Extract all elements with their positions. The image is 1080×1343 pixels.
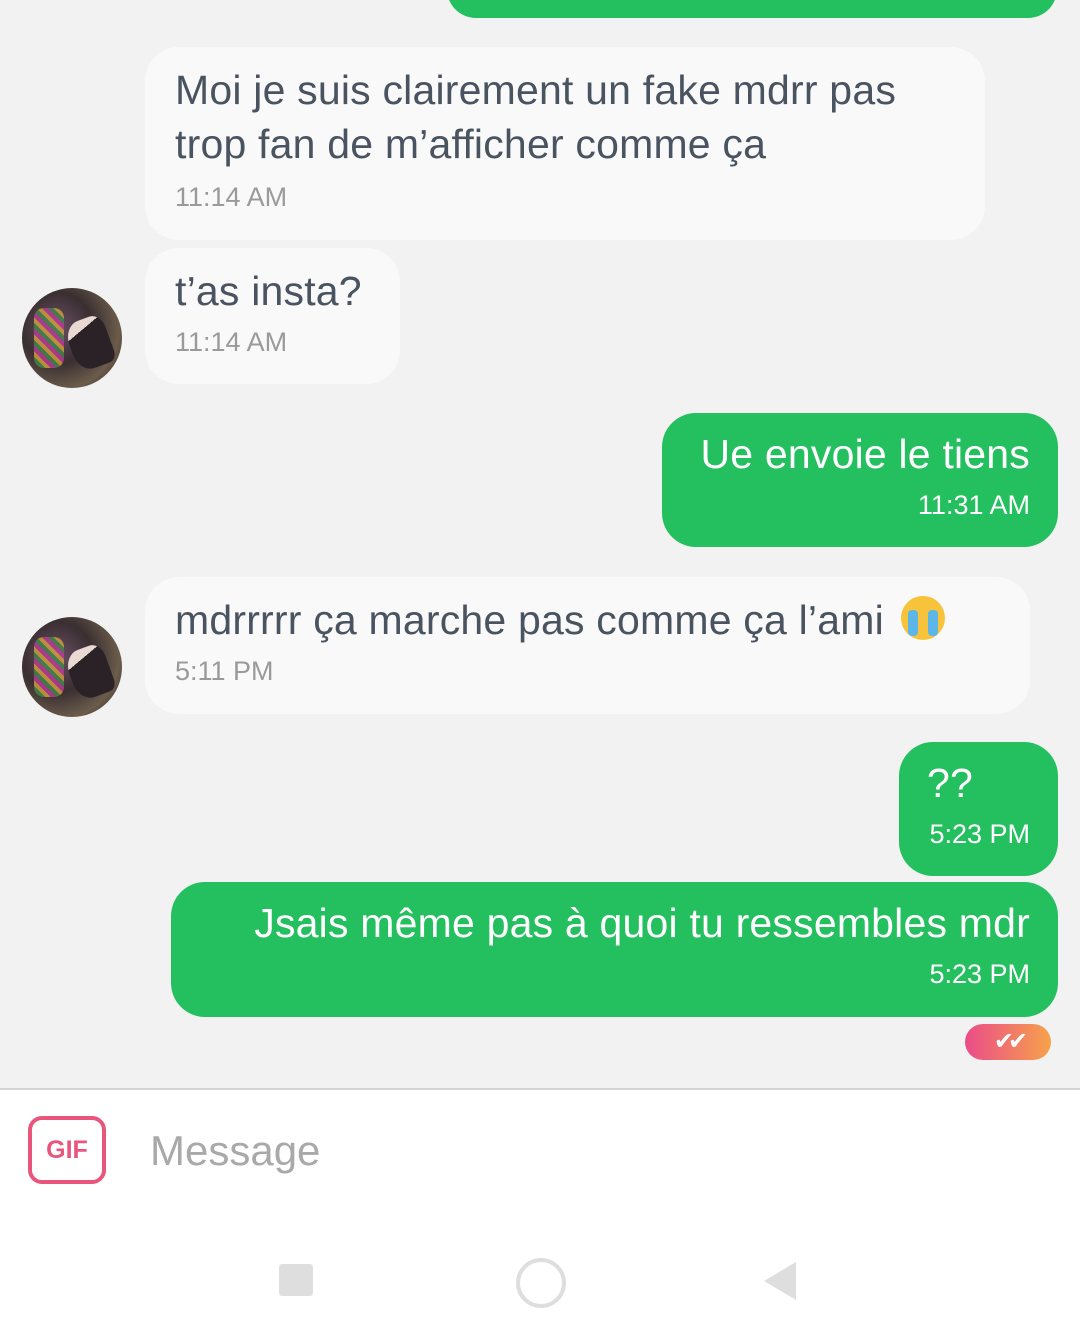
message-timestamp: 5:23 PM [929,819,1030,849]
recent-apps-icon[interactable] [279,1264,313,1296]
contact-avatar[interactable] [22,617,122,717]
outgoing-message-bubble[interactable]: ?? 5:23 PM [899,742,1058,876]
incoming-message-bubble[interactable]: mdrrrrr ça marche pas comme ça l’ami 5:1… [145,577,1030,714]
message-timestamp: 5:11 PM [175,656,274,686]
message-timestamp: 11:31 AM [917,490,1030,520]
outgoing-message-bubble[interactable] [447,0,1057,18]
outgoing-message-bubble[interactable]: Ue envoie le tiens 11:31 AM [662,413,1058,547]
composer-bar: GIF [0,1090,1080,1343]
message-timestamp: 11:14 AM [175,327,288,357]
outgoing-message-bubble[interactable]: Jsais même pas à quoi tu ressembles mdr … [171,882,1058,1017]
message-input[interactable] [148,1120,1032,1182]
message-text: t’as insta? [175,268,362,314]
conversation[interactable]: Moi je suis clairement un fake mdrr pas … [0,0,1080,1088]
message-timestamp: 5:23 PM [929,959,1030,989]
contact-avatar[interactable] [22,288,122,388]
message-timestamp: 11:14 AM [175,182,288,212]
back-icon[interactable] [764,1262,796,1300]
double-check-icon: ✔✔ [965,1024,1051,1060]
message-text: Jsais même pas à quoi tu ressembles mdr [254,900,1030,946]
gif-button[interactable]: GIF [28,1116,106,1184]
message-text: Moi je suis clairement un fake mdrr pas … [175,67,897,167]
loudly-crying-face-emoji [901,596,946,640]
home-icon[interactable] [516,1258,566,1308]
incoming-message-bubble[interactable]: Moi je suis clairement un fake mdrr pas … [145,47,985,240]
message-text: mdrrrrr ça marche pas comme ça l’ami [175,597,884,643]
message-text: Ue envoie le tiens [700,431,1030,477]
message-text: ?? [927,760,974,806]
message-line: mdrrrrr ça marche pas comme ça l’ami [175,593,1000,647]
incoming-message-bubble[interactable]: t’as insta? 11:14 AM [145,248,400,384]
